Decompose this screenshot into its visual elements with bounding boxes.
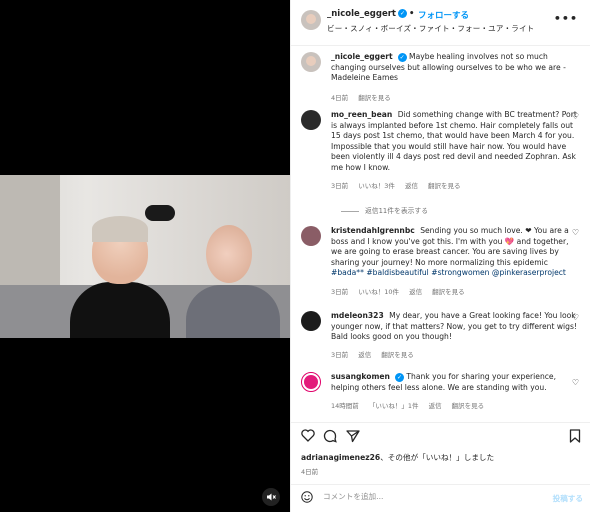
comments-list: _nicole_eggert ✓ Maybe healing involves n…	[291, 46, 590, 416]
comment-time: 3日前	[331, 351, 349, 359]
post-date: 4日前	[301, 468, 319, 476]
avatar[interactable]	[301, 311, 321, 331]
translate-link[interactable]: 翻訳を見る	[358, 94, 391, 102]
video-person-left	[70, 216, 170, 338]
video-person-right	[180, 219, 280, 338]
media-pane	[0, 0, 290, 512]
verified-icon: ✓	[394, 372, 404, 382]
details-panel: _nicole_eggert ✓ • フォローする ビー・スノィ・ボーイズ・ファイト…	[290, 0, 590, 512]
share-icon[interactable]	[346, 429, 360, 447]
comment-time: 14時間前	[331, 402, 359, 410]
verified-icon: ✓	[397, 52, 407, 62]
reply-link[interactable]: 返信	[405, 182, 418, 190]
avatar[interactable]	[301, 52, 321, 72]
comment-likes[interactable]: いいね！10件	[358, 288, 399, 296]
mute-icon[interactable]	[262, 488, 280, 506]
comment-text: Did something change with BC treatment? …	[331, 110, 577, 172]
comment-username[interactable]: mdeleon323	[331, 311, 384, 320]
action-bar	[291, 422, 590, 452]
reply-link[interactable]: 返信	[358, 351, 371, 359]
comment-hashtags[interactable]: #bada** #baldisbeautiful #strongwomen @p…	[331, 268, 566, 277]
comment-username[interactable]: susangkomen	[331, 372, 390, 381]
audio-link[interactable]: ビー・スノィ・ボーイズ・ファイト・フォー・ユア・ライト	[327, 23, 534, 34]
comment-input[interactable]	[323, 492, 523, 501]
comment-time: 3日前	[331, 182, 349, 190]
heart-icon[interactable]: ♡	[572, 313, 579, 322]
hair-clipper	[145, 205, 175, 221]
comment-icon[interactable]	[323, 429, 337, 447]
avatar[interactable]	[301, 372, 321, 392]
header-username[interactable]: _nicole_eggert	[327, 9, 396, 19]
verified-icon: ✓	[397, 9, 407, 18]
comment-time: 3日前	[331, 288, 349, 296]
likes-user[interactable]: adrianagimenez26	[301, 453, 380, 462]
comment-likes[interactable]: 「いいね！」1件	[369, 402, 419, 410]
post-button[interactable]: 投稿する	[553, 493, 583, 504]
emoji-icon[interactable]	[301, 491, 313, 506]
heart-icon[interactable]: ♡	[572, 228, 579, 237]
video-player[interactable]	[0, 175, 290, 338]
comment-composer: 投稿する	[291, 484, 590, 512]
heart-icon[interactable]: ♡	[572, 378, 579, 387]
avatar[interactable]	[301, 10, 321, 30]
view-replies-button[interactable]: 返信11件を表示する	[341, 205, 428, 215]
translate-link[interactable]: 翻訳を見る	[452, 402, 485, 410]
comment-username[interactable]: kristendahlgrennbc	[331, 226, 415, 235]
follow-button[interactable]: フォローする	[418, 9, 469, 21]
caption-username[interactable]: _nicole_eggert	[331, 52, 393, 61]
more-icon[interactable]: •••	[554, 12, 578, 25]
comment-likes[interactable]: いいね！3件	[358, 182, 395, 190]
translate-link[interactable]: 翻訳を見る	[428, 182, 461, 190]
heart-icon[interactable]	[301, 429, 315, 446]
translate-link[interactable]: 翻訳を見る	[432, 288, 465, 296]
heart-icon[interactable]: ♡	[572, 112, 579, 121]
post-dialog: _nicole_eggert ✓ • フォローする ビー・スノィ・ボーイズ・ファイト…	[0, 0, 590, 512]
reply-link[interactable]: 返信	[429, 402, 442, 410]
avatar[interactable]	[301, 110, 321, 130]
bookmark-icon[interactable]	[569, 429, 581, 447]
avatar[interactable]	[301, 226, 321, 246]
comment-username[interactable]: mo_reen_bean	[331, 110, 392, 119]
reply-link[interactable]: 返信	[409, 288, 422, 296]
likes-summary[interactable]: adrianagimenez26、その他が「いいね！」しました	[301, 452, 494, 463]
post-header: _nicole_eggert ✓ • フォローする ビー・スノィ・ボーイズ・ファイト…	[291, 0, 590, 46]
translate-link[interactable]: 翻訳を見る	[381, 351, 414, 359]
caption-time: 4日前	[331, 94, 349, 102]
